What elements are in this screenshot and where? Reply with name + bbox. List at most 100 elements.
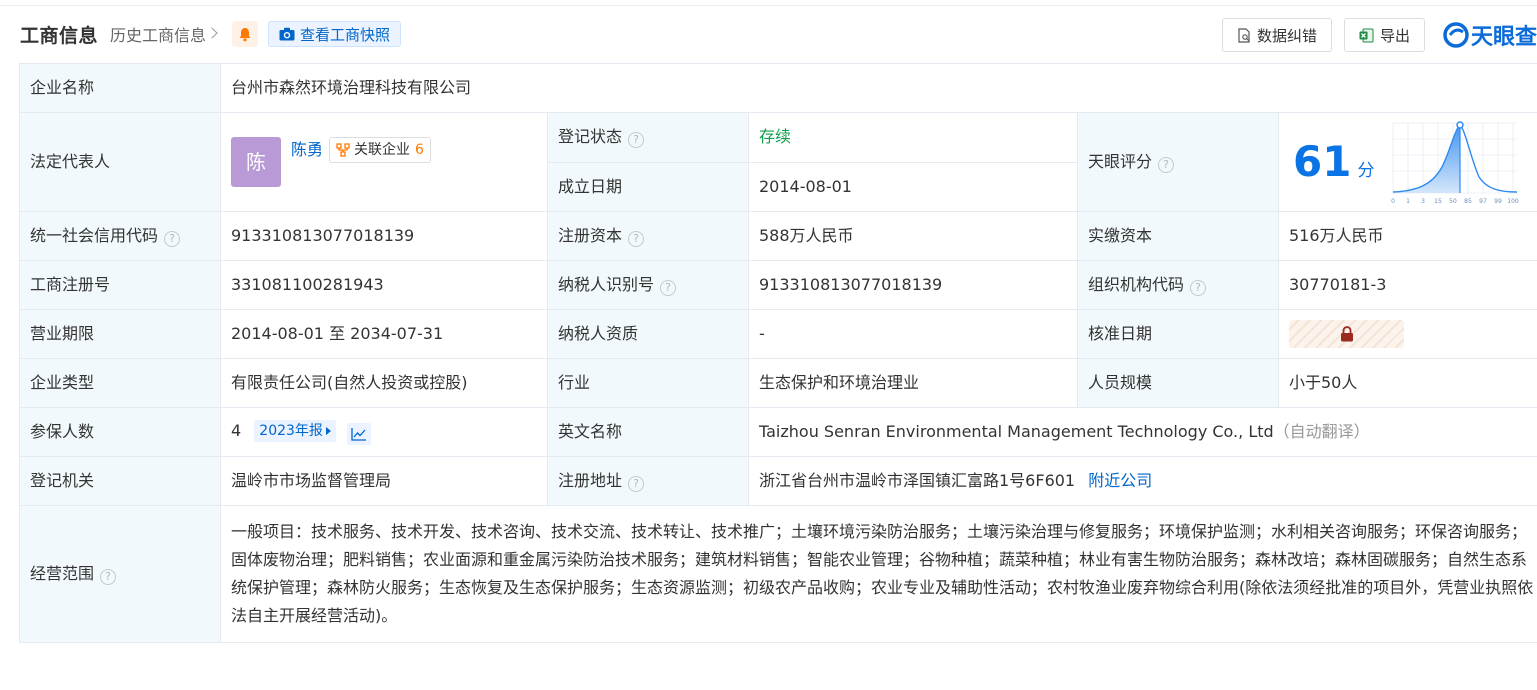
- tianyancha-logo[interactable]: 天眼查: [1443, 19, 1537, 51]
- lock-icon: [1340, 326, 1353, 342]
- logo-text: 天眼查: [1470, 25, 1537, 50]
- reg-capital-label: 注册资本: [558, 226, 623, 245]
- industry-label: 行业: [547, 358, 749, 408]
- address-label: 注册地址: [558, 471, 623, 490]
- taxpayer-id: 913310813077018139: [748, 260, 1078, 310]
- trend-chart-icon: [351, 427, 367, 441]
- authority: 温岭市市场监督管理局: [220, 456, 548, 506]
- en-name-label: 英文名称: [547, 407, 749, 457]
- table-row: 统一社会信用代码? 913310813077018139 注册资本? 588万人…: [19, 211, 1537, 261]
- company-name: 台州市森然环境治理科技有限公司: [220, 63, 1537, 113]
- help-icon[interactable]: ?: [628, 476, 645, 492]
- document-icon: [1238, 27, 1250, 43]
- legal-rep-cell: 陈 陈勇 关联企业 6: [220, 112, 548, 212]
- help-icon[interactable]: ?: [660, 280, 677, 296]
- reg-capital: 588万人民币: [748, 211, 1078, 261]
- snapshot-button[interactable]: 查看工商快照: [268, 21, 402, 47]
- excel-icon: [1359, 28, 1374, 42]
- reg-capital-label-cell: 注册资本?: [547, 211, 749, 261]
- taxpayer-label: 纳税人识别号: [558, 275, 655, 294]
- address: 浙江省台州市温岭市泽国镇汇富路1号6F601: [759, 471, 1076, 490]
- business-info-table: 企业名称 台州市森然环境治理科技有限公司 法定代表人 陈 陈勇 关联企业 6 登…: [19, 63, 1537, 643]
- found-date: 2014-08-01: [748, 161, 1078, 212]
- related-company-icon: [336, 143, 350, 157]
- term-label: 营业期限: [19, 309, 221, 359]
- biz-reg-no: 331081100281943: [220, 260, 548, 310]
- score-axis-tick: 100: [1507, 198, 1519, 205]
- status-badge: 存续: [759, 127, 792, 147]
- score-label: 天眼评分: [1088, 152, 1153, 171]
- help-icon[interactable]: ?: [100, 569, 117, 585]
- address-cell: 浙江省台州市温岭市泽国镇汇富路1号6F601 附近公司: [748, 456, 1537, 506]
- score-axis-tick: 99: [1494, 198, 1502, 205]
- scope-label-cell: 经营范围?: [19, 505, 221, 643]
- org-code-label-cell: 组织机构代码?: [1077, 260, 1279, 310]
- bell-icon: [239, 27, 251, 41]
- score-distribution-chart: 0 1 3 15 50 85 97 99 100: [1391, 121, 1519, 205]
- scope-label: 经营范围: [30, 564, 95, 583]
- related-count: 6: [415, 142, 424, 158]
- nearby-company-link[interactable]: 附近公司: [1088, 471, 1152, 490]
- address-label-cell: 注册地址?: [547, 456, 749, 506]
- status-cell: 存续: [748, 112, 1078, 163]
- score-axis-tick: 15: [1434, 198, 1442, 205]
- help-icon[interactable]: ?: [628, 132, 645, 149]
- status-label: 登记状态: [558, 127, 623, 147]
- bell-button[interactable]: [232, 21, 259, 47]
- approve-date-label: 核准日期: [1077, 309, 1279, 359]
- type-label: 企业类型: [19, 358, 221, 408]
- company-type: 有限责任公司(自然人投资或控股): [220, 358, 548, 408]
- related-company-button[interactable]: 关联企业 6: [329, 137, 431, 163]
- avatar[interactable]: 陈: [231, 137, 281, 187]
- biz-reg-label: 工商注册号: [19, 260, 221, 310]
- tax-qual: -: [748, 309, 1078, 359]
- data-correction-label: 数据纠错: [1256, 26, 1317, 45]
- camera-icon: [279, 27, 295, 41]
- credit-code-label: 统一社会信用代码: [30, 226, 159, 245]
- export-button[interactable]: 导出: [1343, 18, 1425, 52]
- locked-field[interactable]: [1289, 320, 1404, 348]
- table-row: 经营范围? 一般项目：技术服务、技术开发、技术咨询、技术交流、技术转让、技术推广…: [19, 505, 1537, 643]
- annual-report-tag[interactable]: 2023年报: [254, 419, 336, 442]
- taxpayer-label-cell: 纳税人识别号?: [547, 260, 749, 310]
- help-icon[interactable]: ?: [164, 231, 181, 247]
- authority-label: 登记机关: [19, 456, 221, 506]
- auto-translate-note: （自动翻译）: [1273, 422, 1370, 441]
- help-icon[interactable]: ?: [1158, 157, 1175, 173]
- company-name-label: 企业名称: [19, 63, 221, 113]
- trend-chart-button[interactable]: [347, 422, 372, 445]
- approve-date-cell: [1278, 309, 1537, 359]
- legal-rep-name[interactable]: 陈勇: [291, 139, 323, 161]
- credit-code-label-cell: 统一社会信用代码?: [19, 211, 221, 261]
- history-link[interactable]: 历史工商信息: [110, 22, 206, 46]
- score-unit: 分: [1357, 161, 1375, 181]
- top-divider: [0, 0, 1537, 6]
- term: 2014-08-01 至 2034-07-31: [220, 309, 548, 359]
- table-row: 企业名称 台州市森然环境治理科技有限公司: [19, 63, 1537, 113]
- table-row: 营业期限 2014-08-01 至 2034-07-31 纳税人资质 - 核准日…: [19, 309, 1537, 359]
- staff-label: 人员规模: [1077, 358, 1279, 408]
- report-tag-label: 2023年报: [259, 422, 323, 439]
- tianyancha-logo-icon: [1443, 22, 1469, 48]
- related-label: 关联企业: [354, 142, 411, 158]
- help-icon[interactable]: ?: [628, 231, 645, 247]
- table-row: 参保人数 4 2023年报 英文名称 Taizhou Senran Enviro…: [19, 407, 1537, 457]
- data-correction-button[interactable]: 数据纠错: [1221, 18, 1332, 52]
- staff-size: 小于50人: [1278, 358, 1537, 408]
- section-header: 工商信息 历史工商信息 查看工商快照 数据纠错 导出 天眼查: [20, 18, 1537, 52]
- score-axis-tick: 3: [1421, 198, 1425, 205]
- score-cell[interactable]: 61 分 0 1 3 15 50 85 97 99 100: [1278, 112, 1537, 212]
- industry: 生态保护和环境治理业: [748, 358, 1078, 408]
- score-axis-tick: 1: [1406, 198, 1410, 205]
- caret-right-icon: [325, 426, 331, 435]
- business-scope: 一般项目：技术服务、技术开发、技术咨询、技术交流、技术转让、技术推广；土壤环境污…: [220, 505, 1537, 643]
- section-title: 工商信息: [20, 24, 99, 47]
- paid-capital-label: 实缴资本: [1077, 211, 1279, 261]
- help-icon[interactable]: ?: [1190, 280, 1207, 296]
- insured-label: 参保人数: [19, 407, 221, 457]
- score-axis-tick: 0: [1391, 198, 1395, 205]
- org-code: 30770181-3: [1278, 260, 1537, 310]
- table-row: 法定代表人 陈 陈勇 关联企业 6 登记状态? 存续 天眼评分? 61 分 0 …: [19, 112, 1537, 212]
- insured-count: 4: [231, 420, 242, 440]
- paid-capital: 516万人民币: [1278, 211, 1537, 261]
